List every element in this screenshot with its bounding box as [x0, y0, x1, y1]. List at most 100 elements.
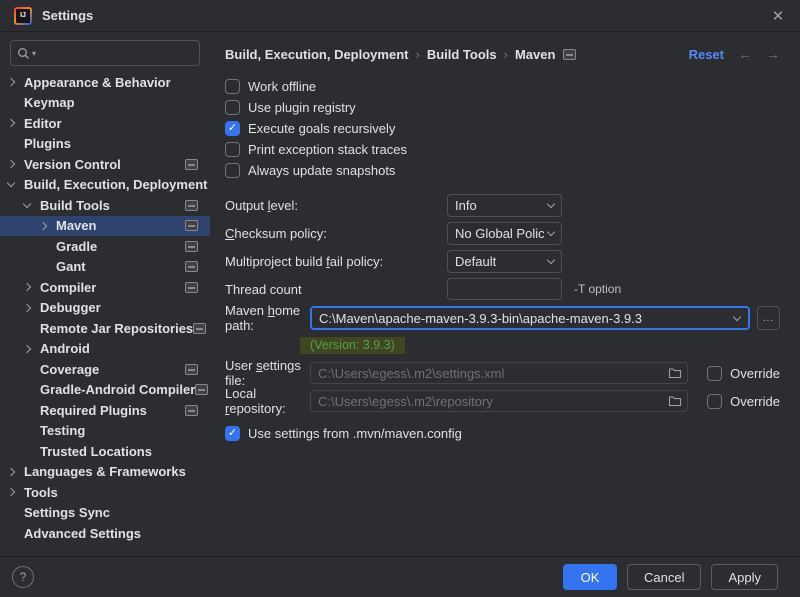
reset-link[interactable]: Reset [689, 47, 724, 62]
sidebar-item-build-tools[interactable]: Build Tools [0, 195, 210, 216]
maven-settings-panel: Build, Execution, Deployment › Build Too… [210, 32, 800, 556]
maven-version-note: (Version: 3.9.3) [300, 336, 405, 354]
user-settings-override-checkbox[interactable]: Override [707, 363, 780, 384]
multiproject-build-fail-policy-select[interactable]: Default [447, 249, 562, 273]
chevron-right-icon[interactable] [6, 78, 16, 87]
chevron-right-icon[interactable] [6, 467, 16, 476]
user-settings-file-input[interactable] [311, 365, 669, 381]
chevron-right-icon[interactable] [6, 488, 16, 497]
settings-sidebar: ▾ Appearance & Behavior Keymap Editor Pl… [0, 32, 210, 556]
maven-home-path-input[interactable] [312, 310, 726, 326]
chevron-right-icon[interactable] [38, 221, 48, 230]
use-plugin-registry-checkbox[interactable]: Use plugin registry [225, 97, 780, 118]
sidebar-item-trusted-locations[interactable]: Trusted Locations [0, 441, 210, 462]
settings-tree: Appearance & Behavior Keymap Editor Plug… [0, 72, 210, 544]
sidebar-item-tools[interactable]: Tools [0, 482, 210, 503]
chevron-right-icon[interactable] [6, 160, 16, 169]
user-settings-file-row: User settings file: Override [225, 358, 780, 388]
folder-icon[interactable] [668, 395, 682, 407]
check-icon: ✓ [227, 427, 238, 439]
project-scope-icon [185, 281, 198, 293]
apply-button[interactable]: Apply [711, 564, 778, 590]
work-offline-checkbox[interactable]: Work offline [225, 76, 780, 97]
always-update-snapshots-checkbox[interactable]: Always update snapshots [225, 160, 780, 181]
checkbox-box[interactable] [707, 393, 723, 409]
use-maven-config-checkbox[interactable]: ✓ Use settings from .mvn/maven.config [225, 423, 780, 444]
sidebar-item-required-plugins[interactable]: Required Plugins [0, 400, 210, 421]
user-settings-file-label: User settings file: [225, 358, 301, 388]
help-button[interactable]: ? [12, 566, 34, 588]
close-icon[interactable]: ✕ [766, 4, 790, 28]
browse-button[interactable]: ... [756, 306, 780, 330]
sidebar-item-gant[interactable]: Gant [0, 257, 210, 278]
settings-dialog: Settings ✕ ▾ Appearance & Behavior Keyma [0, 0, 800, 597]
chevron-right-icon[interactable] [22, 303, 32, 312]
sidebar-item-gradle-android-compiler[interactable]: Gradle-Android Compiler [0, 380, 210, 401]
title-bar: Settings ✕ [0, 0, 800, 32]
sidebar-item-compiler[interactable]: Compiler [0, 277, 210, 298]
sidebar-item-remote-jar-repositories[interactable]: Remote Jar Repositories [0, 318, 210, 339]
sidebar-item-languages-frameworks[interactable]: Languages & Frameworks [0, 462, 210, 483]
chevron-down-button[interactable] [726, 308, 748, 328]
local-repository-input[interactable] [311, 393, 669, 409]
search-input[interactable]: ▾ [10, 40, 200, 66]
sidebar-item-maven[interactable]: Maven [0, 215, 210, 236]
breadcrumb-separator: › [503, 46, 508, 62]
back-arrow-icon[interactable]: ← [738, 46, 752, 62]
thread-count-label: Thread count [225, 281, 302, 297]
project-scope-icon [185, 240, 198, 252]
forward-arrow-icon[interactable]: → [766, 46, 780, 62]
chevron-right-icon[interactable] [6, 119, 16, 128]
sidebar-item-coverage[interactable]: Coverage [0, 359, 210, 380]
dialog-footer: ? OK Cancel Apply [0, 556, 800, 597]
local-repository-field[interactable] [310, 390, 689, 412]
sidebar-item-gradle[interactable]: Gradle [0, 236, 210, 257]
checkbox-box[interactable] [225, 79, 240, 94]
checksum-policy-select[interactable]: No Global Policy [447, 221, 562, 245]
sidebar-item-plugins[interactable]: Plugins [0, 134, 210, 155]
checkbox-box[interactable] [225, 100, 240, 115]
execute-goals-recursively-checkbox[interactable]: ✓ Execute goals recursively [225, 118, 780, 139]
project-scope-icon [185, 261, 198, 273]
local-repository-override-checkbox[interactable]: Override [707, 391, 780, 412]
maven-home-path-combobox[interactable] [310, 306, 750, 330]
checkbox-box[interactable] [225, 142, 240, 157]
chevron-right-icon[interactable] [22, 283, 32, 292]
project-scope-icon [185, 404, 198, 416]
chevron-down-icon[interactable] [6, 179, 16, 188]
multiproject-build-fail-policy-row: Multiproject build fail policy: Default [225, 247, 780, 275]
breadcrumb-build-tools[interactable]: Build Tools [427, 47, 497, 62]
print-exception-stack-traces-checkbox[interactable]: Print exception stack traces [225, 139, 780, 160]
checkbox-box[interactable] [225, 163, 240, 178]
sidebar-item-advanced-settings[interactable]: Advanced Settings [0, 523, 210, 544]
sidebar-item-android[interactable]: Android [0, 339, 210, 360]
ok-button[interactable]: OK [563, 564, 617, 590]
sidebar-item-appearance-behavior[interactable]: Appearance & Behavior [0, 72, 210, 93]
sidebar-item-settings-sync[interactable]: Settings Sync [0, 503, 210, 524]
cancel-button[interactable]: Cancel [627, 564, 702, 590]
sidebar-item-keymap[interactable]: Keymap [0, 93, 210, 114]
sidebar-item-version-control[interactable]: Version Control [0, 154, 210, 175]
maven-version-row: (Version: 3.9.3) [300, 335, 780, 355]
folder-icon[interactable] [668, 367, 682, 379]
breadcrumb-build-execution-deployment[interactable]: Build, Execution, Deployment [225, 47, 408, 62]
search-options-caret-icon[interactable]: ▾ [32, 49, 36, 58]
user-settings-file-field[interactable] [310, 362, 689, 384]
sidebar-item-build-execution-deployment[interactable]: Build, Execution, Deployment [0, 175, 210, 196]
chevron-down-icon[interactable] [22, 199, 32, 208]
project-scope-icon [195, 384, 209, 396]
chevron-down-icon [546, 255, 556, 264]
search-icon [18, 47, 29, 59]
thread-count-input[interactable] [447, 278, 562, 300]
maven-form: Output level: Info Checksum policy: No G… [225, 191, 780, 444]
checkbox-box-checked[interactable]: ✓ [225, 121, 240, 136]
checksum-policy-label: Checksum policy: [225, 225, 327, 241]
multiproject-build-fail-policy-label: Multiproject build fail policy: [225, 253, 384, 269]
output-level-select[interactable]: Info [447, 193, 562, 217]
chevron-right-icon[interactable] [22, 344, 32, 353]
sidebar-item-editor[interactable]: Editor [0, 113, 210, 134]
sidebar-item-debugger[interactable]: Debugger [0, 298, 210, 319]
checkbox-box[interactable] [707, 365, 723, 381]
checkbox-box-checked[interactable]: ✓ [225, 426, 240, 441]
sidebar-item-testing[interactable]: Testing [0, 421, 210, 442]
